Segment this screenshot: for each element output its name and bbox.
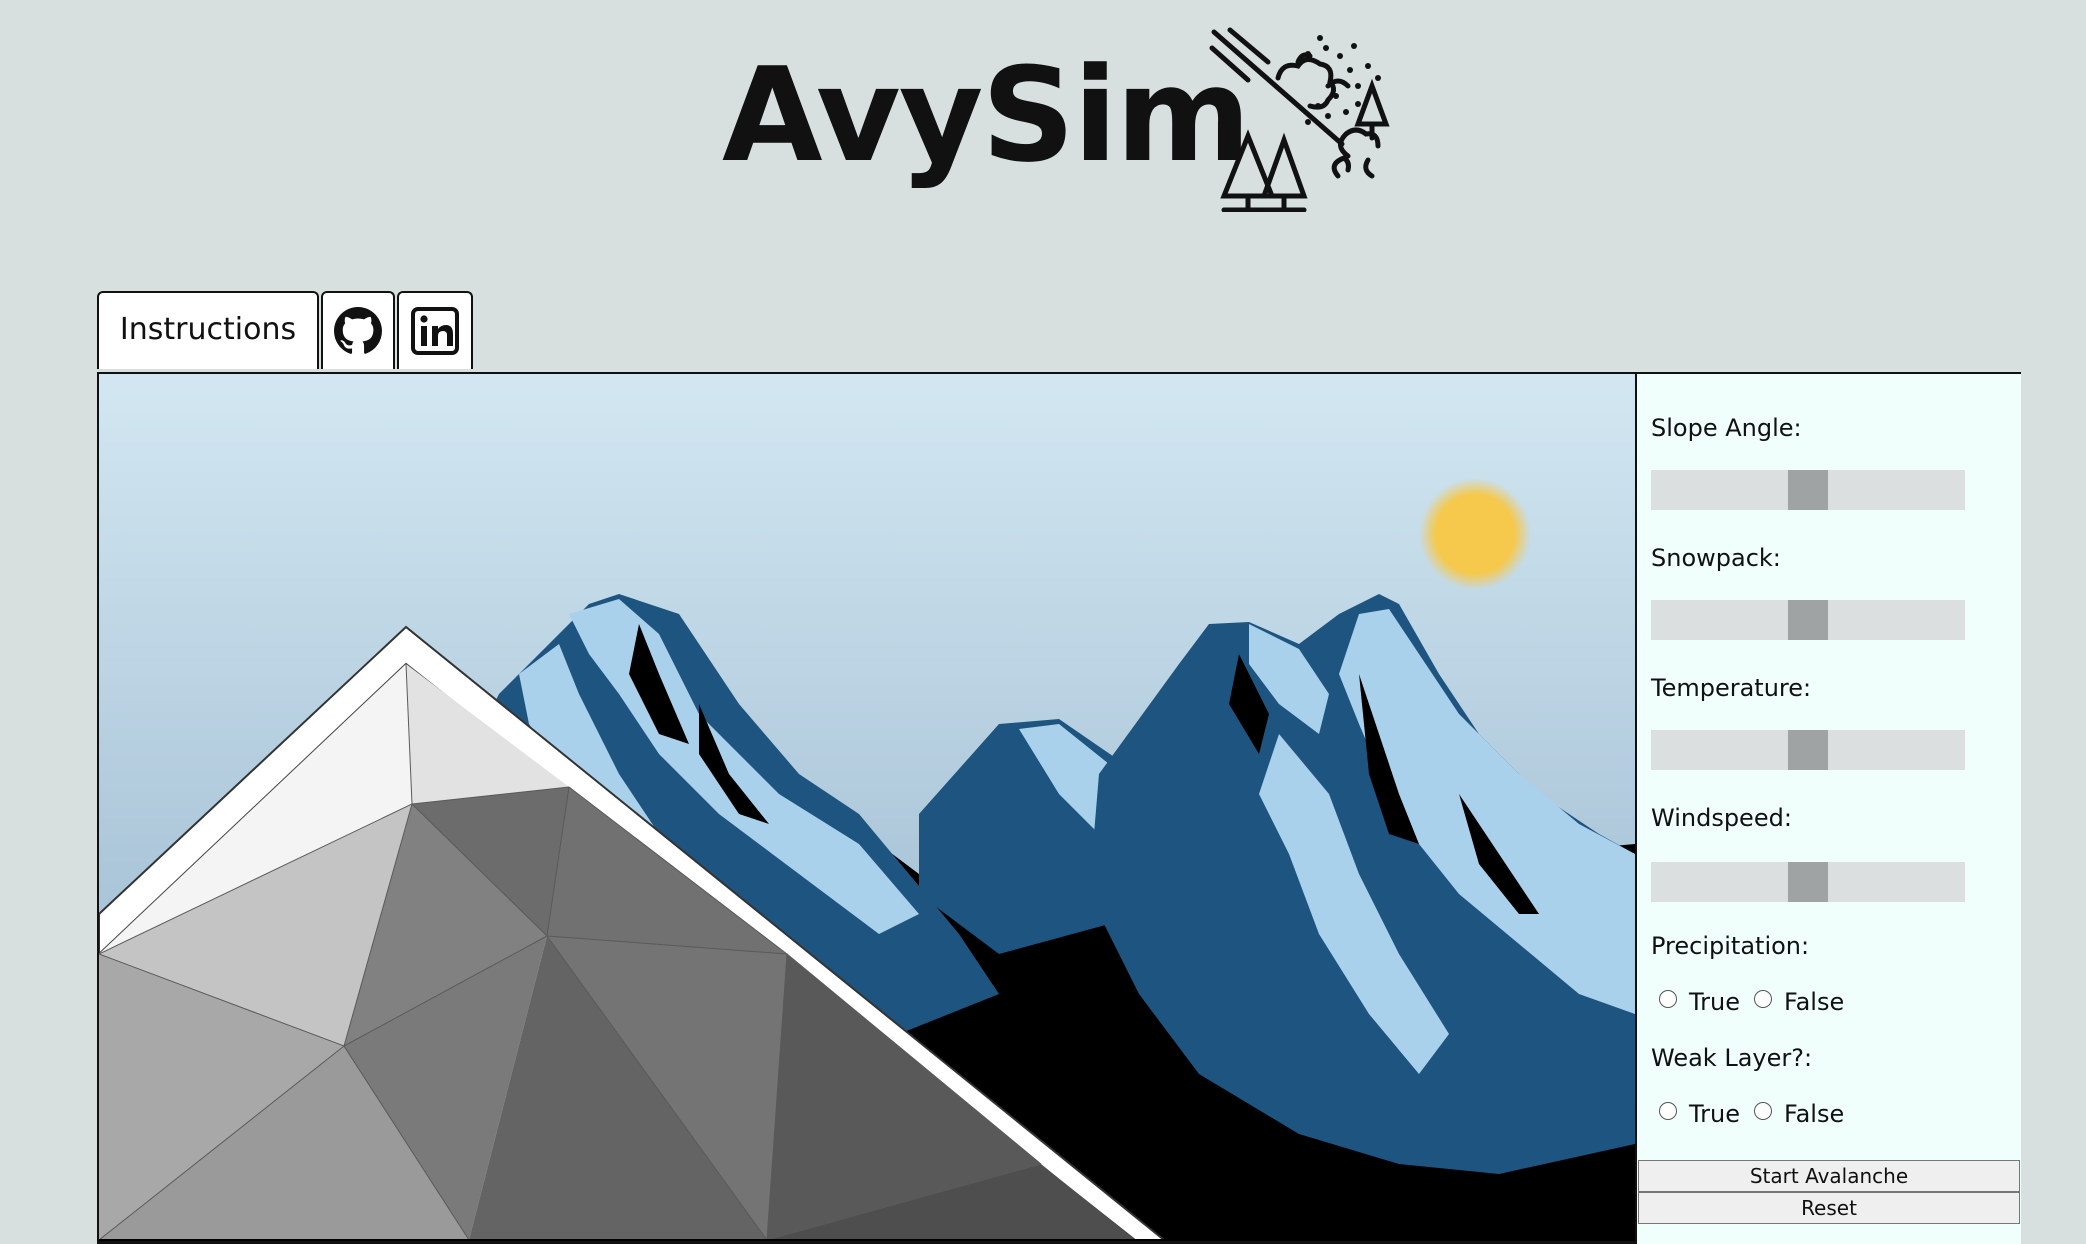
weak-layer-label: Weak Layer?: (1651, 1044, 1813, 1072)
precipitation-true-radio[interactable] (1659, 990, 1677, 1008)
github-icon (334, 307, 382, 354)
weak-layer-false-label: False (1783, 1100, 1845, 1128)
avalanche-icon (1209, 27, 1390, 212)
tab-github[interactable] (321, 291, 395, 369)
precipitation-label: Precipitation: (1651, 932, 1810, 960)
slope-angle-label: Slope Angle: (1651, 414, 1802, 442)
windspeed-slider[interactable] (1651, 862, 1965, 902)
mountain-scene (99, 374, 1635, 1239)
header: AvySim (0, 0, 2086, 260)
tab-instructions[interactable]: Instructions (97, 291, 319, 369)
app-title: AvySim (722, 39, 1251, 191)
weak-layer-true-label: True (1689, 1100, 1740, 1128)
slope-angle-thumb[interactable] (1788, 470, 1828, 510)
simulator-panel: Slope Angle: Snowpack: Temperature: Wind… (97, 372, 2021, 1244)
weak-layer-options: True False (1659, 1100, 1858, 1130)
windspeed-label: Windspeed: (1651, 804, 1792, 832)
weak-layer-true-radio[interactable] (1659, 1102, 1677, 1120)
temperature-slider[interactable] (1651, 730, 1965, 770)
linkedin-icon (411, 307, 459, 355)
weak-layer-false-radio[interactable] (1753, 1102, 1772, 1120)
precipitation-false-label: False (1783, 988, 1845, 1016)
snowpack-label: Snowpack: (1651, 544, 1781, 572)
temperature-thumb[interactable] (1788, 730, 1828, 770)
precipitation-options: True False (1659, 988, 1858, 1018)
reset-button[interactable]: Reset (1638, 1192, 2020, 1224)
slope-angle-slider[interactable] (1651, 470, 1965, 510)
sun (1419, 478, 1531, 590)
start-avalanche-button[interactable]: Start Avalanche (1638, 1160, 2020, 1192)
temperature-label: Temperature: (1651, 674, 1812, 702)
controls-panel: Slope Angle: Snowpack: Temperature: Wind… (1635, 374, 2021, 1244)
snowpack-slider[interactable] (1651, 600, 1965, 640)
snowpack-thumb[interactable] (1788, 600, 1828, 640)
precipitation-true-label: True (1689, 988, 1740, 1016)
scene-canvas (99, 374, 1635, 1239)
precipitation-false-radio[interactable] (1753, 990, 1772, 1008)
tab-linkedin[interactable] (397, 291, 473, 369)
windspeed-thumb[interactable] (1788, 862, 1828, 902)
